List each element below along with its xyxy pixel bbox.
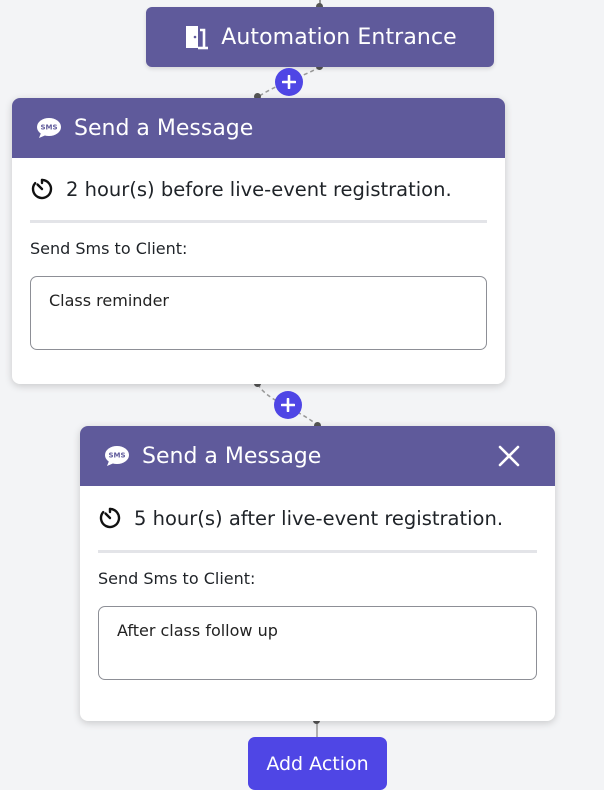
- message-field[interactable]: Class reminder: [30, 276, 487, 350]
- add-action-button[interactable]: Add Action: [248, 737, 387, 790]
- sms-icon: SMS: [104, 445, 130, 467]
- message-field[interactable]: After class follow up: [98, 606, 537, 680]
- step-card[interactable]: SMS Send a Message 5 hour(s) after live-…: [80, 426, 555, 721]
- step-title: Send a Message: [74, 115, 254, 141]
- timer-icon: [98, 506, 122, 530]
- timing-text: 5 hour(s) after live-event registration.: [134, 506, 504, 530]
- field-label: Send Sms to Client:: [30, 239, 188, 258]
- add-step-button[interactable]: [274, 391, 302, 419]
- step-card-header: SMS Send a Message: [80, 426, 555, 486]
- svg-text:SMS: SMS: [108, 452, 125, 460]
- close-icon[interactable]: [497, 444, 521, 468]
- step-title: Send a Message: [142, 443, 322, 469]
- add-step-button[interactable]: [275, 68, 303, 96]
- plus-icon: [281, 398, 295, 412]
- step-timing[interactable]: 2 hour(s) before live-event registration…: [12, 158, 505, 220]
- timer-icon: [30, 177, 54, 201]
- entrance-label: Automation Entrance: [221, 24, 457, 50]
- automation-entrance-node[interactable]: Automation Entrance: [146, 7, 494, 67]
- step-card-header: SMS Send a Message: [12, 98, 505, 158]
- step-card[interactable]: SMS Send a Message 2 hour(s) before live…: [12, 98, 505, 384]
- door-icon: [183, 24, 209, 50]
- sms-icon: SMS: [36, 117, 62, 139]
- step-timing[interactable]: 5 hour(s) after live-event registration.: [80, 486, 555, 550]
- field-label: Send Sms to Client:: [98, 569, 256, 588]
- plus-icon: [282, 75, 296, 89]
- svg-text:SMS: SMS: [40, 124, 57, 132]
- timing-text: 2 hour(s) before live-event registration…: [66, 177, 452, 201]
